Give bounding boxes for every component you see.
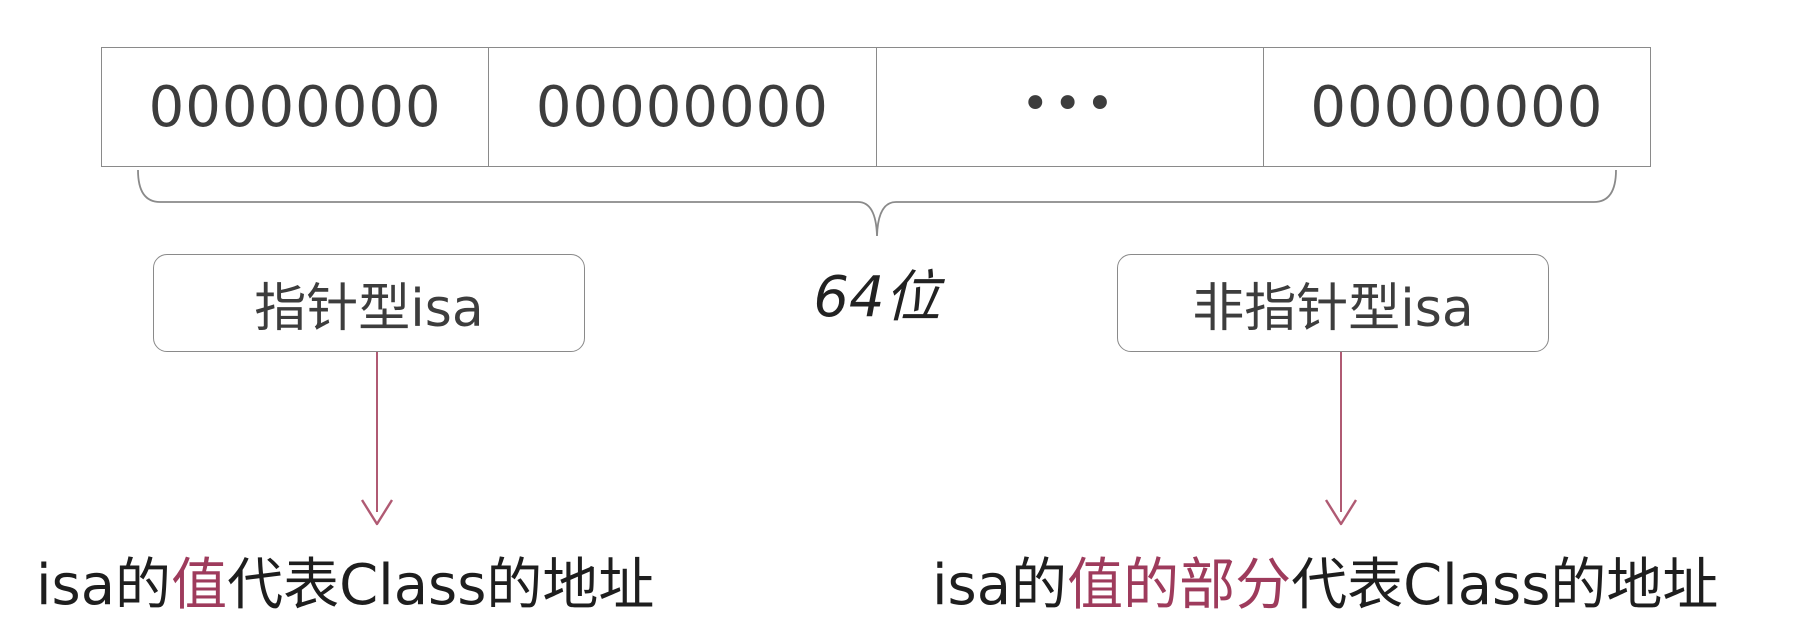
desc-left-highlight: 值 [171,553,228,618]
desc-left-suffix: 代表Class的地址 [227,553,655,618]
non-pointer-isa-description: isa的值的部分代表Class的地址 [932,540,1718,621]
non-pointer-isa-box: 非指针型isa [1117,254,1549,352]
arrow-right [1324,352,1358,526]
pointer-isa-box: 指针型isa [153,254,585,352]
desc-right-highlight: 值的部分 [1067,553,1292,618]
arrow-left [360,352,394,526]
pointer-isa-description: isa的值代表Class的地址 [36,540,654,621]
isa-bit-diagram: 00000000 00000000 ••• 00000000 64位 指针型is… [0,0,1796,640]
total-bits-label: 64位 [813,265,941,330]
desc-right-prefix: isa的 [932,553,1068,618]
curly-brace [137,169,1617,237]
desc-left-prefix: isa的 [36,553,172,618]
desc-right-suffix: 代表Class的地址 [1291,553,1719,618]
